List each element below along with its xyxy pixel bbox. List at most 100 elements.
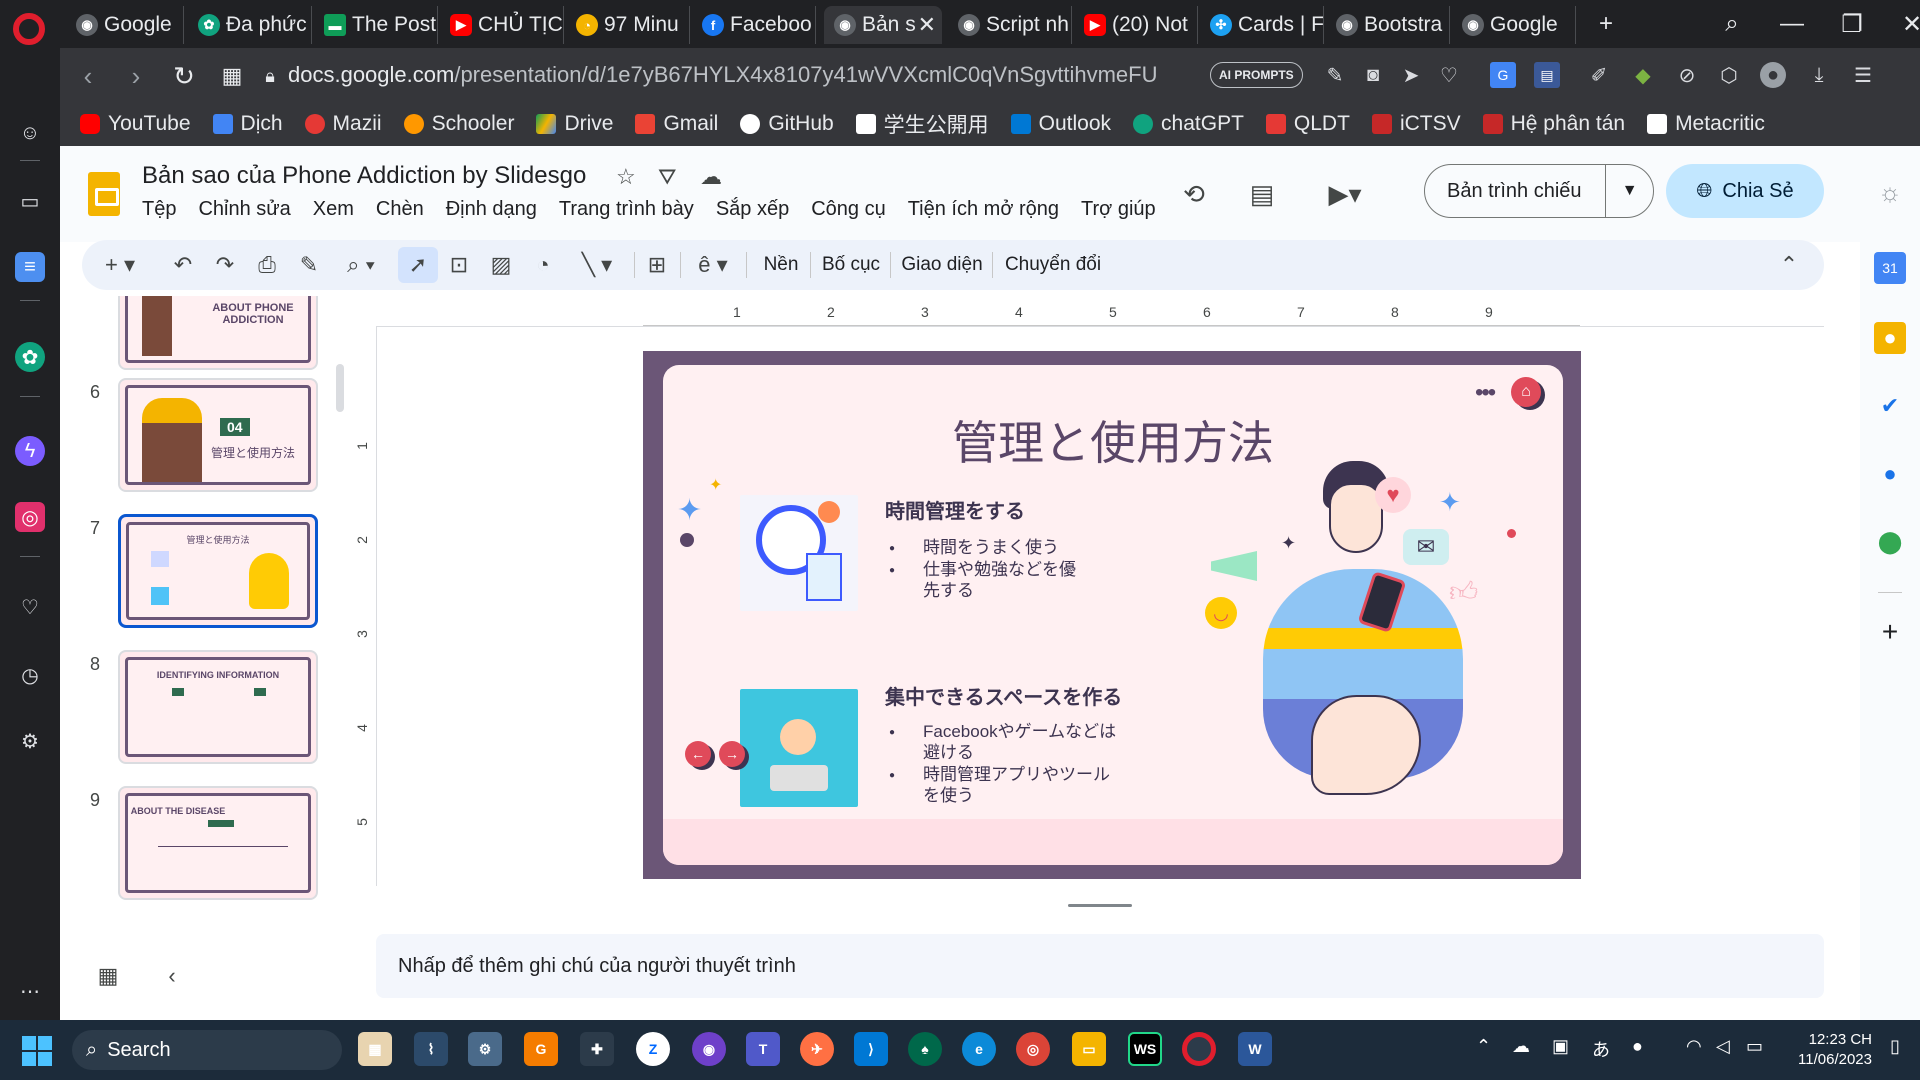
slack-icon[interactable]: ✚ (580, 1032, 614, 1066)
bookmark-chatgpt[interactable]: chatGPT (1133, 112, 1244, 136)
bookmark-distributed[interactable]: Hệ phân tán (1482, 112, 1625, 136)
gemini-icon[interactable]: ☼ (1874, 176, 1906, 208)
new-slide-icon[interactable]: + ▾ (100, 247, 140, 283)
bookmark-mazii[interactable]: Mazii (304, 112, 382, 136)
menu-file[interactable]: Tệp (142, 198, 176, 221)
taskbar-search[interactable]: ⌕ Search (72, 1030, 342, 1070)
extension-icon[interactable]: ◆ (1630, 62, 1656, 88)
bookmark-student[interactable]: 学生公開用 (855, 109, 989, 139)
slide-thumbnail[interactable]: IDENTIFYING INFORMATION (118, 650, 318, 764)
file-explorer-icon[interactable]: ▭ (1072, 1032, 1106, 1066)
input-icon[interactable]: ▣ (1552, 1036, 1569, 1057)
pdf-icon[interactable]: G (524, 1032, 558, 1066)
clock-illustration[interactable] (740, 495, 858, 611)
tray-app-icon[interactable]: ● (1632, 1036, 1643, 1057)
bookmark-qldt[interactable]: QLDT (1265, 112, 1350, 136)
collapse-filmstrip-icon[interactable]: ‹ (156, 960, 188, 992)
camera-icon[interactable]: ◙ (1360, 62, 1386, 88)
paint-format-icon[interactable]: ✎ (294, 247, 324, 283)
tab[interactable]: ▬ The Post (314, 6, 438, 44)
search-tabs-icon[interactable]: ⌕ (1710, 4, 1754, 44)
slide-thumbnail[interactable]: ABOUT PHONE ADDICTION (118, 296, 318, 370)
undo-icon[interactable]: ↶ (168, 247, 198, 283)
tab[interactable]: ◔ 97 Minu (566, 6, 690, 44)
redo-icon[interactable]: ↷ (210, 247, 240, 283)
ime-icon[interactable]: あ (1592, 1036, 1610, 1062)
chevron-up-icon[interactable]: ⌃ (1774, 247, 1804, 283)
cookie-off-icon[interactable]: ⊘ (1674, 62, 1700, 88)
tab-grid-icon[interactable]: ▦ (214, 58, 250, 94)
slide-thumbnail-selected[interactable]: 管理と使用方法 (118, 514, 318, 628)
tab[interactable]: ▶ (20) Not (1074, 6, 1198, 44)
emoji-icon[interactable]: ☺ (15, 118, 45, 148)
tab[interactable]: ◉ Bootstra (1326, 6, 1450, 44)
tab[interactable]: ✣ Cards | F (1200, 6, 1324, 44)
windows-start-icon[interactable] (22, 1036, 52, 1066)
select-cursor-icon[interactable]: ➚ (398, 247, 438, 283)
forward-button[interactable]: › (118, 58, 154, 94)
monitor-icon[interactable]: ⌇ (414, 1032, 448, 1066)
chevron-up-icon[interactable]: ⌃ (1476, 1036, 1491, 1057)
filmstrip-scrollbar[interactable] (336, 364, 344, 412)
menu-arrange[interactable]: Sắp xếp (716, 198, 789, 221)
settings-icon[interactable]: ⚙ (15, 726, 45, 756)
back-button[interactable]: ‹ (70, 58, 106, 94)
close-window-button[interactable]: ✕ (1890, 4, 1920, 44)
notification-icon[interactable]: ▯ (1890, 1036, 1900, 1057)
input-tools-icon[interactable]: ê ▾ (688, 247, 738, 283)
tab[interactable]: ✿ Đa phức (188, 6, 312, 44)
picker-icon[interactable]: ✐ (1586, 62, 1612, 88)
zalo-icon[interactable]: Z (636, 1032, 670, 1066)
menu-help[interactable]: Trợ giúp (1081, 198, 1156, 221)
taskbar-clock[interactable]: 12:23 CH 11/06/2023 (1782, 1030, 1872, 1070)
opera-icon[interactable] (1182, 1032, 1216, 1066)
section-heading[interactable]: 時間管理をする (885, 495, 1025, 524)
bookmark-drive[interactable]: Drive (536, 112, 613, 136)
menu-insert[interactable]: Chèn (376, 198, 424, 221)
notes-resize-handle[interactable] (1068, 904, 1132, 907)
layout-button[interactable]: Bố cục (818, 247, 884, 283)
grid-view-icon[interactable]: ▦ (92, 960, 124, 992)
zoom-icon[interactable]: ⌕ ▾ (336, 247, 386, 283)
transition-button[interactable]: Chuyển đổi (1000, 247, 1106, 283)
section-heading[interactable]: 集中できるスペースを作る (885, 681, 1122, 710)
postman-icon[interactable]: ✈ (800, 1032, 834, 1066)
man-with-phone-illustration[interactable]: ◡ ✦ ♥ ✦ ✉ 👍︎ (1203, 461, 1516, 825)
bookmark-metacritic[interactable]: Metacritic (1647, 112, 1765, 136)
shape-icon[interactable]: ◔ (528, 247, 558, 283)
maps-icon[interactable]: ⬤ (1874, 526, 1906, 558)
history-icon[interactable]: ◷ (15, 660, 45, 690)
menu-slide[interactable]: Trang trình bày (559, 198, 694, 221)
bullet-list[interactable]: Facebookやゲームなどは避ける 時間管理アプリやツールを使う (889, 721, 1119, 807)
background-button[interactable]: Nền (758, 247, 804, 283)
speaker-notes[interactable]: Nhấp để thêm ghi chú của người thuyết tr… (376, 934, 1824, 998)
bullet-list[interactable]: 時間をうまく使う 仕事や勉強などを優先する (889, 537, 1089, 602)
menu-format[interactable]: Định dạng (446, 198, 537, 221)
ai-prompts-badge[interactable]: AI PROMPTS (1210, 62, 1303, 88)
lock-icon[interactable]: 🔒︎ (252, 58, 288, 94)
more-icon[interactable]: ⋯ (15, 976, 45, 1006)
bookmark-youtube[interactable]: YouTube (80, 112, 191, 136)
meet-icon[interactable]: ▶▾ (1310, 176, 1380, 212)
menu-edit[interactable]: Chỉnh sửa (198, 198, 290, 221)
vscode-icon[interactable]: ⟩ (854, 1032, 888, 1066)
battery-icon[interactable]: ▭ (1746, 1036, 1763, 1057)
docs-icon[interactable]: ≡ (15, 252, 45, 282)
bookmark-gmail[interactable]: Gmail (635, 112, 718, 136)
download-icon[interactable]: ⤓ (1806, 62, 1832, 88)
chatgpt-icon[interactable]: ✿ (15, 342, 45, 372)
slide-title[interactable]: 管理と使用方法 (663, 407, 1563, 473)
chevron-down-icon[interactable]: ▼ (1605, 165, 1653, 217)
word-icon[interactable]: W (1238, 1032, 1272, 1066)
menu-tools[interactable]: Công cụ (811, 198, 886, 221)
reload-button[interactable]: ↻ (166, 58, 202, 94)
minimize-button[interactable]: — (1770, 4, 1814, 44)
heart-icon[interactable]: ♡ (1436, 62, 1462, 88)
bookmark-translate[interactable]: Dịch (212, 112, 283, 136)
contacts-icon[interactable]: ● (1874, 458, 1906, 490)
settings-icon[interactable]: ⚙ (468, 1032, 502, 1066)
app-icon[interactable]: ▦ (358, 1032, 392, 1066)
edit-icon[interactable]: ✎ (1322, 62, 1348, 88)
tasks-icon[interactable]: ✔ (1874, 390, 1906, 422)
github-icon[interactable]: ◉ (692, 1032, 726, 1066)
